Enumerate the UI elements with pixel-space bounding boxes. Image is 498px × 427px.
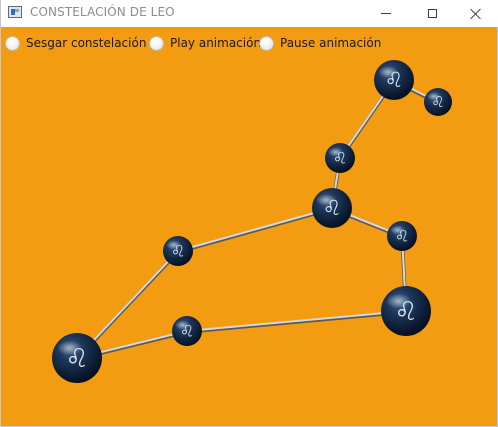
window-title: CONSTELACIÓN DE LEO <box>30 5 175 19</box>
constellation-star: ♌ <box>387 221 417 251</box>
radio-button-icon[interactable] <box>149 35 164 51</box>
leo-symbol-icon: ♌ <box>394 297 417 327</box>
play-animation-radio[interactable]: Play animación <box>149 34 261 52</box>
skew-constellation-radio[interactable]: Sesgar constelación <box>5 34 146 52</box>
constellation-star: ♌ <box>424 88 452 116</box>
leo-symbol-icon: ♌ <box>333 148 347 167</box>
radio-button-icon[interactable] <box>5 35 20 51</box>
minimize-icon <box>381 13 391 14</box>
leo-symbol-icon: ♌ <box>395 226 409 245</box>
skew-constellation-label[interactable]: Sesgar constelación <box>26 36 146 50</box>
leo-symbol-icon: ♌ <box>431 93 444 111</box>
leo-symbol-icon: ♌ <box>171 241 185 260</box>
close-button[interactable] <box>453 0 498 27</box>
constellation-star: ♌ <box>163 236 193 266</box>
leo-symbol-icon: ♌ <box>385 68 404 92</box>
constellation-star: ♌ <box>172 316 202 346</box>
constellation-star: ♌ <box>381 286 431 336</box>
close-icon <box>470 8 482 20</box>
leo-symbol-icon: ♌ <box>65 344 88 374</box>
app-window: CONSTELACIÓN DE LEO Sesgar constelación … <box>0 0 498 427</box>
radio-button-icon[interactable] <box>259 35 274 51</box>
minimize-button[interactable] <box>363 0 409 27</box>
leo-symbol-icon: ♌ <box>323 196 342 220</box>
constellation-link <box>186 310 407 332</box>
constellation-star: ♌ <box>52 333 102 383</box>
maximize-button[interactable] <box>409 0 455 27</box>
play-animation-label[interactable]: Play animación <box>170 36 261 50</box>
animation-controls: Sesgar constelación Play animación Pause… <box>1 27 498 57</box>
app-window-icon <box>8 6 22 18</box>
maximize-icon <box>427 9 437 18</box>
constellation-canvas: ♌ ♌ ♌ ♌ ♌ ♌ ♌ ♌ ♌ <box>52 60 452 383</box>
title-bar[interactable]: CONSTELACIÓN DE LEO <box>1 0 498 27</box>
constellation-link <box>177 207 333 252</box>
constellation-star: ♌ <box>374 60 414 100</box>
leo-symbol-icon: ♌ <box>180 321 194 340</box>
constellation-star: ♌ <box>312 188 352 228</box>
constellation-star: ♌ <box>325 143 355 173</box>
pause-animation-label[interactable]: Pause animación <box>280 36 381 50</box>
pause-animation-radio[interactable]: Pause animación <box>259 34 381 52</box>
